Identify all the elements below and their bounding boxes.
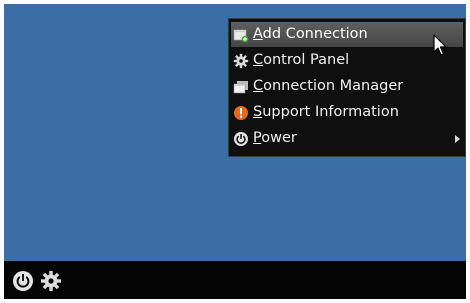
menu-item-label: Connection Manager xyxy=(253,78,404,94)
menu-item-power[interactable]: Power xyxy=(231,126,463,151)
menu-item-label: Add Connection xyxy=(253,26,368,42)
screen: Add Connection Control Panel Connection … xyxy=(4,4,466,299)
menu-item-label: Control Panel xyxy=(253,52,350,68)
menu-item-label: Support Information xyxy=(253,104,399,120)
menu-item-support-information[interactable]: Support Information xyxy=(231,100,463,125)
add-connection-icon xyxy=(233,29,249,43)
submenu-arrow-icon xyxy=(455,135,460,143)
menu-item-connection-manager[interactable]: Connection Manager xyxy=(231,74,463,99)
power-icon[interactable] xyxy=(12,270,34,292)
power-icon xyxy=(234,132,248,146)
info-icon xyxy=(234,106,248,120)
menu-item-label: Power xyxy=(253,130,297,146)
gear-icon[interactable] xyxy=(40,270,62,292)
start-menu: Add Connection Control Panel Connection … xyxy=(228,18,466,157)
menu-item-add-connection[interactable]: Add Connection xyxy=(231,22,463,47)
gear-icon xyxy=(233,53,249,69)
window-icon xyxy=(233,81,248,94)
menu-item-control-panel[interactable]: Control Panel xyxy=(231,48,463,73)
taskbar xyxy=(4,261,466,299)
